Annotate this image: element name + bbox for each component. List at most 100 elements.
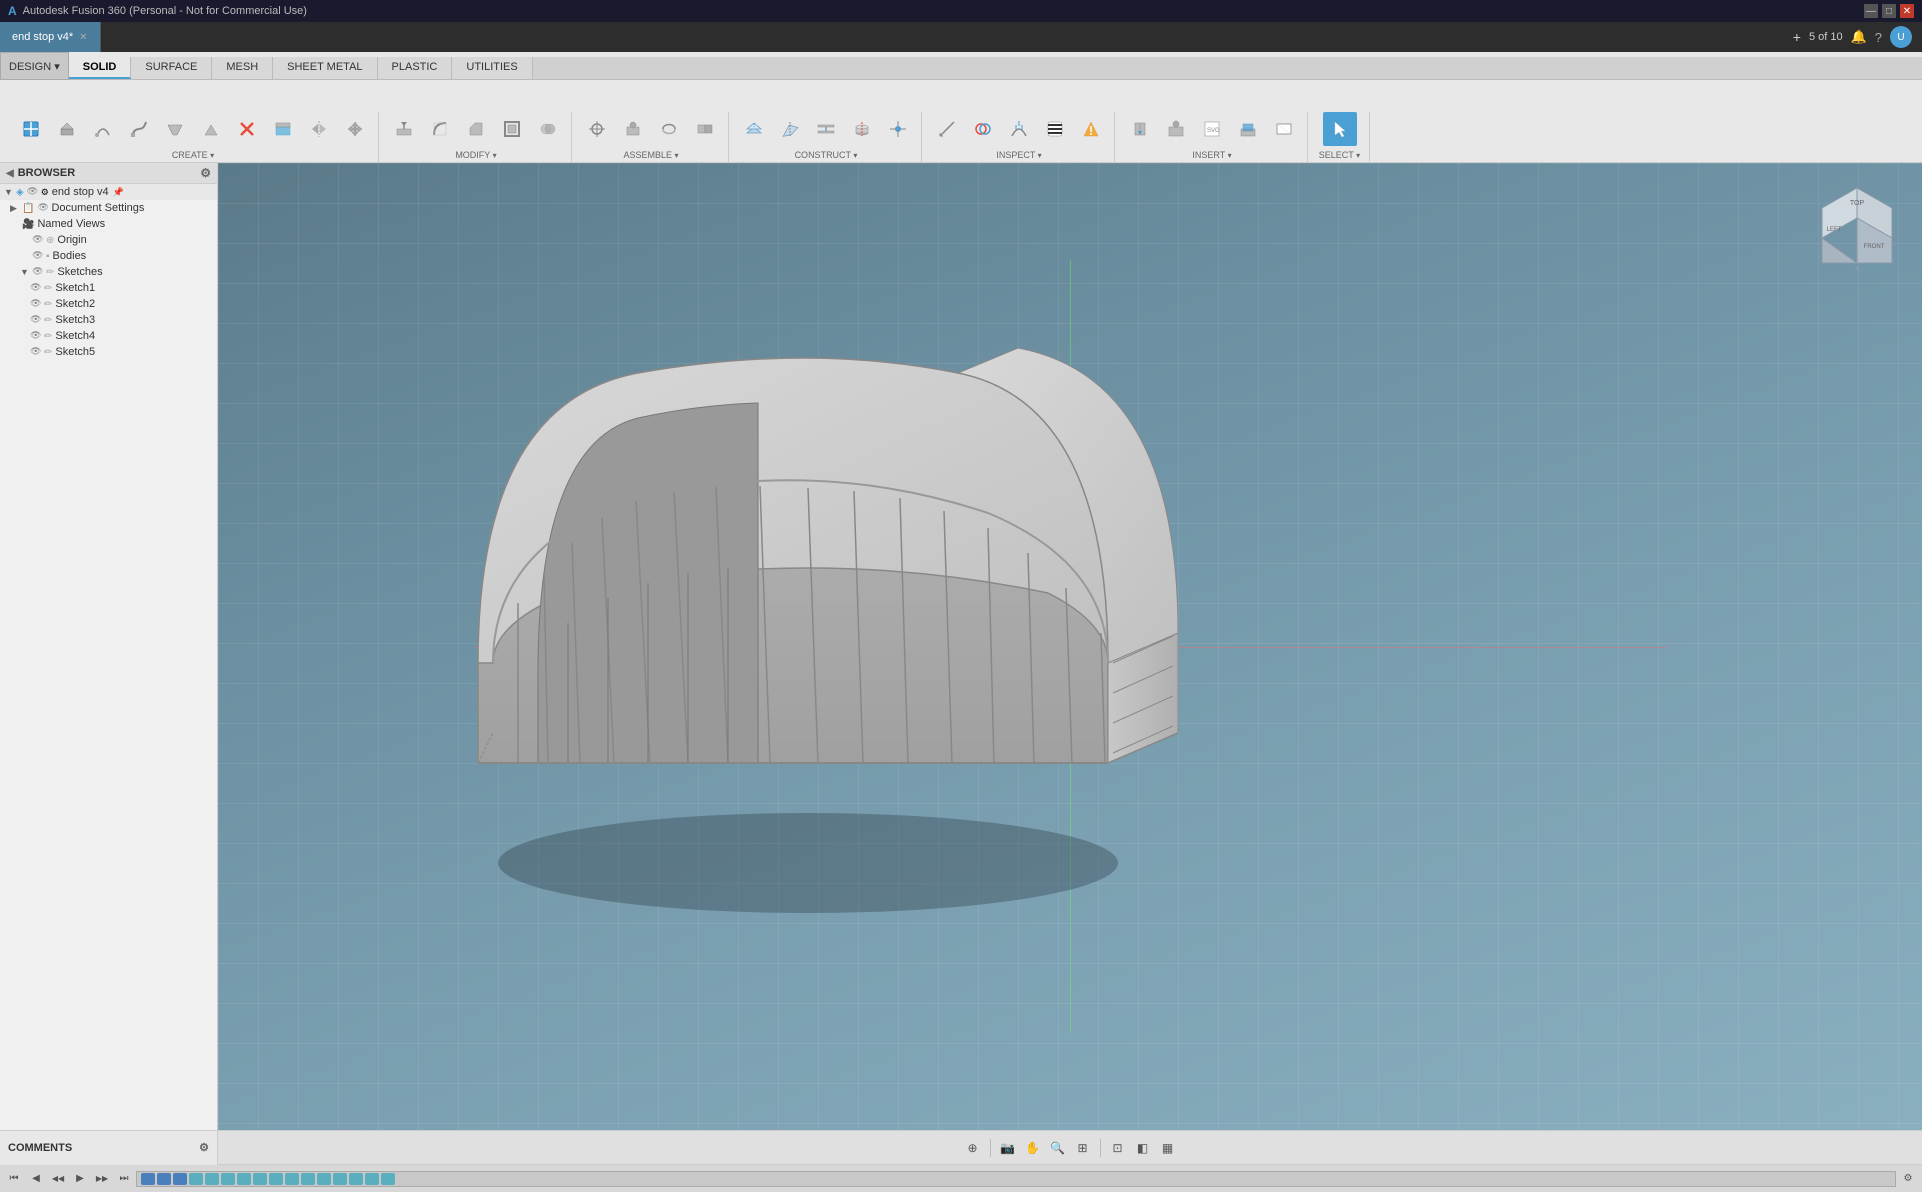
bodies-eye-icon[interactable]: 👁 [32,250,44,262]
close-button[interactable]: ✕ [1900,4,1914,18]
point-vertex-button[interactable] [881,112,915,146]
timeline-play-back-button[interactable]: ◀◀ [48,1169,68,1189]
tab-utilities[interactable]: UTILITIES [452,57,532,79]
chamfer-button[interactable] [459,112,493,146]
mirror-button[interactable] [302,112,336,146]
move-button[interactable] [338,112,372,146]
timeline-marker[interactable] [365,1173,379,1185]
tree-root[interactable]: ▼ ◈ 👁 ⚙ end stop v4 📌 [0,184,217,200]
insert-svg-button[interactable]: SVG [1195,112,1229,146]
new-component-button[interactable] [14,112,48,146]
tree-sketch3[interactable]: 👁 ✏ Sketch3 [0,312,217,328]
viewport-home-button[interactable]: ⊕ [962,1137,984,1159]
tree-origin[interactable]: ▶ 👁 ⊕ Origin [0,232,217,248]
viewport-visual-style-button[interactable]: ▦ [1157,1137,1179,1159]
tree-sketch2[interactable]: 👁 ✏ Sketch2 [0,296,217,312]
tab-surface[interactable]: SURFACE [131,57,212,79]
timeline-marker[interactable] [189,1173,203,1185]
timeline-first-button[interactable]: ⏮ [4,1169,24,1189]
tree-sketch4[interactable]: 👁 ✏ Sketch4 [0,328,217,344]
tree-sketch1[interactable]: 👁 ✏ Sketch1 [0,280,217,296]
browser-settings-icon[interactable]: ⚙ [200,166,211,180]
decal-button[interactable] [1231,112,1265,146]
midplane-button[interactable] [809,112,843,146]
insert-mcmaster-button[interactable] [1159,112,1193,146]
zebra-button[interactable] [1038,112,1072,146]
viewport-display-button[interactable]: ◧ [1132,1137,1154,1159]
root-pin-icon[interactable]: 📌 [113,187,124,198]
user-avatar[interactable]: U [1890,26,1912,48]
tree-named-views[interactable]: ▶ 🎥 Named Views [0,216,217,232]
insert-derive-button[interactable] [1123,112,1157,146]
as-built-joint-button[interactable] [616,112,650,146]
timeline-marker[interactable] [333,1173,347,1185]
timeline-marker[interactable] [141,1173,155,1185]
draft-analysis-button[interactable] [1074,112,1108,146]
comments-settings-icon[interactable]: ⚙ [199,1141,209,1154]
sketches-eye-icon[interactable]: 👁 [32,266,44,278]
s4-eye-icon[interactable]: 👁 [30,330,42,342]
timeline-marker[interactable] [221,1173,235,1185]
timeline-marker[interactable] [205,1173,219,1185]
s1-eye-icon[interactable]: 👁 [30,282,42,294]
joint-button[interactable] [580,112,614,146]
tab-plastic[interactable]: PLASTIC [378,57,453,79]
timeline-marker[interactable] [173,1173,187,1185]
tree-sketch5[interactable]: 👁 ✏ Sketch5 [0,344,217,360]
timeline-marker[interactable] [317,1173,331,1185]
axis-cylinder-button[interactable] [845,112,879,146]
timeline-marker[interactable] [253,1173,267,1185]
viewport[interactable]: TOP FRONT LEFT ↑ [218,163,1922,1130]
tab-close-icon[interactable]: ✕ [79,32,87,43]
loft-button[interactable] [158,112,192,146]
notification-icon[interactable]: 🔔 [1851,29,1867,45]
shell-button[interactable] [495,112,529,146]
s2-eye-icon[interactable]: 👁 [30,298,42,310]
delete-button[interactable] [230,112,264,146]
viewcube[interactable]: TOP FRONT LEFT ↑ [1812,183,1892,263]
interference-button[interactable] [966,112,1000,146]
s3-eye-icon[interactable]: 👁 [30,314,42,326]
tab-sheet-metal[interactable]: SHEET METAL [273,57,377,79]
minimize-button[interactable]: — [1864,4,1878,18]
timeline-play-button[interactable]: ▶ [70,1169,90,1189]
viewport-camera-button[interactable]: 📷 [997,1137,1019,1159]
timeline-last-button[interactable]: ⏭ [114,1169,134,1189]
tree-bodies[interactable]: ▶ 👁 ▪ Bodies [0,248,217,264]
timeline-marker[interactable] [285,1173,299,1185]
motion-link-button[interactable] [652,112,686,146]
boundary-fill-button[interactable] [266,112,300,146]
timeline-prev-button[interactable]: ◀ [26,1169,46,1189]
active-tab[interactable]: end stop v4* ✕ [0,22,101,52]
tab-solid[interactable]: SOLID [69,57,132,79]
tree-sketches[interactable]: ▼ 👁 ✏ Sketches [0,264,217,280]
maximize-button[interactable]: □ [1882,4,1896,18]
viewport-pan-button[interactable]: ✋ [1022,1137,1044,1159]
timeline-marker[interactable] [269,1173,283,1185]
select-button[interactable] [1323,112,1357,146]
enable-contact-button[interactable] [688,112,722,146]
root-settings-icon[interactable]: ⚙ [41,187,49,198]
timeline-marker[interactable] [157,1173,171,1185]
tree-document-settings[interactable]: ▶ 📋 👁 Document Settings [0,200,217,216]
rib-button[interactable] [194,112,228,146]
measure-button[interactable] [930,112,964,146]
s5-eye-icon[interactable]: 👁 [30,346,42,358]
timeline-marker[interactable] [349,1173,363,1185]
doc-eye-icon[interactable]: 👁 [37,202,49,214]
fillet-button[interactable] [423,112,457,146]
browser-collapse-icon[interactable]: ◀ [6,168,14,179]
timeline-marker[interactable] [301,1173,315,1185]
origin-eye-icon[interactable]: 👁 [32,234,44,246]
viewport-grid-button[interactable]: ⊡ [1107,1137,1129,1159]
viewport-fit-button[interactable]: ⊞ [1072,1137,1094,1159]
timeline-play-forward-button[interactable]: ▶▶ [92,1169,112,1189]
timeline-settings-button[interactable]: ⚙ [1898,1169,1918,1189]
combine-button[interactable] [531,112,565,146]
design-dropdown[interactable]: DESIGN ▾ [0,52,69,80]
insert-canvas-button[interactable] [1267,112,1301,146]
timeline-marker[interactable] [381,1173,395,1185]
revolve-button[interactable] [86,112,120,146]
tab-mesh[interactable]: MESH [212,57,273,79]
extrude-button[interactable] [50,112,84,146]
